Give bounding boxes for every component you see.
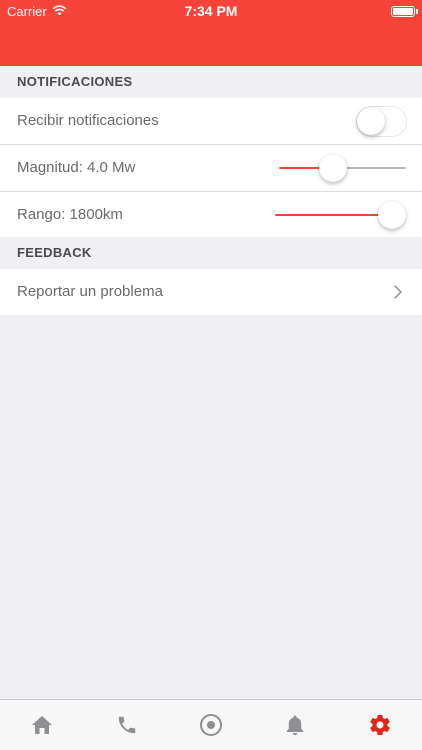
gear-icon <box>368 713 392 737</box>
tab-bell[interactable] <box>253 700 337 750</box>
bell-icon <box>285 714 305 736</box>
slider-track-min <box>275 214 392 216</box>
home-icon <box>31 715 53 735</box>
receive-notifications-label: Recibir notificaciones <box>17 112 159 129</box>
row-range: Rango: 1800km <box>0 192 422 238</box>
tab-target[interactable] <box>169 700 253 750</box>
navigation-header: Carrier 7:34 PM <box>0 0 422 66</box>
row-receive-notifications: Recibir notificaciones <box>0 98 422 144</box>
slider-thumb[interactable] <box>318 154 347 182</box>
report-problem-label: Reportar un problema <box>17 283 163 300</box>
section-header-notifications: NOTIFICACIONES <box>0 66 422 98</box>
receive-notifications-toggle[interactable] <box>356 106 407 137</box>
target-icon <box>199 713 223 737</box>
phone-icon <box>116 714 138 736</box>
range-slider[interactable] <box>275 200 406 230</box>
tab-settings[interactable] <box>338 700 422 750</box>
toggle-knob <box>357 107 385 135</box>
status-time: 7:34 PM <box>184 3 238 19</box>
chevron-right-icon <box>394 285 402 299</box>
row-report-problem[interactable]: Reportar un problema <box>0 269 422 315</box>
tab-bar <box>0 699 422 750</box>
tab-home[interactable] <box>0 700 84 750</box>
status-bar: Carrier 7:34 PM <box>0 0 422 22</box>
row-magnitude: Magnitud: 4.0 Mw <box>0 145 422 191</box>
magnitude-label: Magnitud: 4.0 Mw <box>17 159 136 176</box>
battery-tip <box>416 9 418 14</box>
section-header-feedback: FEEDBACK <box>0 237 422 269</box>
magnitude-slider[interactable] <box>279 153 406 183</box>
slider-thumb[interactable] <box>378 201 406 229</box>
battery-icon <box>391 6 415 17</box>
range-label: Rango: 1800km <box>17 206 123 223</box>
tab-phone[interactable] <box>84 700 168 750</box>
